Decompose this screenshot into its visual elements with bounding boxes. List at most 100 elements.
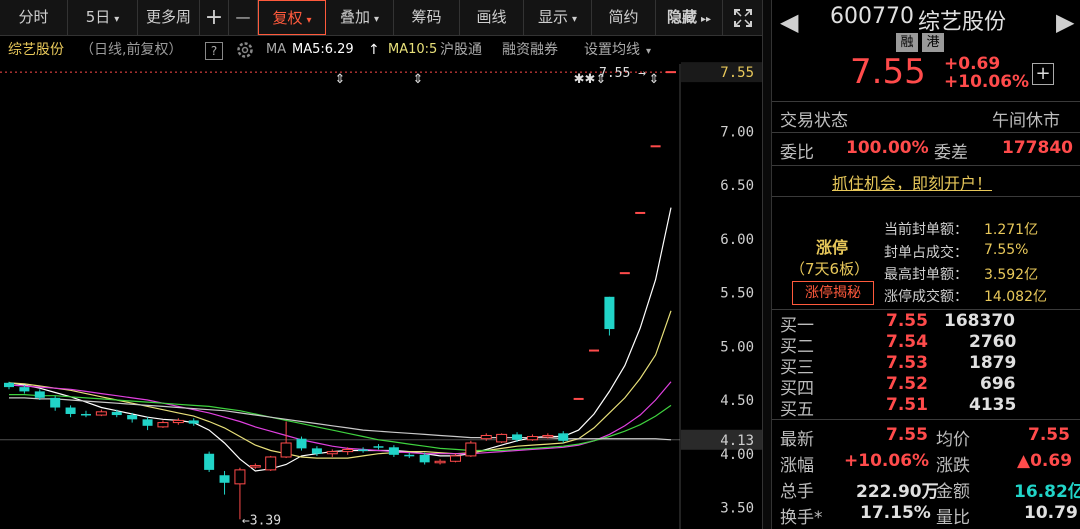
stat-label: 量比 bbox=[936, 508, 970, 528]
candle-body bbox=[219, 475, 230, 483]
zoom-out-button[interactable]: — bbox=[229, 0, 258, 35]
limit-up-reveal-button[interactable]: 涨停揭秘 bbox=[792, 281, 874, 305]
candle-body bbox=[635, 211, 646, 214]
stat-label: 金额 bbox=[936, 482, 970, 502]
adjust-dropdown[interactable]: 复权 ▾ bbox=[258, 0, 326, 35]
candle-body bbox=[619, 272, 630, 275]
kline-chart[interactable]: 7.55 → 7.557.006.506.005.505.004.504.134.… bbox=[0, 36, 762, 529]
candle-body bbox=[34, 391, 45, 398]
candle-body bbox=[434, 460, 446, 464]
y-tick-label: 3.50 bbox=[720, 501, 754, 517]
open-account-link[interactable]: 抓住机会，即刻开户！ bbox=[832, 170, 992, 194]
bid-volume: 1879 bbox=[969, 353, 1017, 373]
candle-body bbox=[419, 454, 430, 463]
chevron-down-icon: ▾ bbox=[571, 14, 578, 25]
kline-chart-area[interactable]: 7.55 → 7.55 7.00 6.50 6.00 5.50 5.00 4.50 4.13 4.… bbox=[0, 36, 762, 529]
tab-intraday[interactable]: 分时 bbox=[0, 0, 68, 35]
stat-value: 7.55 bbox=[886, 425, 928, 445]
add-watchlist-icon[interactable]: + bbox=[1032, 63, 1054, 85]
candle-body bbox=[589, 349, 600, 352]
candle-body bbox=[373, 446, 384, 448]
bid-volume: 696 bbox=[980, 374, 1016, 394]
event-marker: ✱✱⇕ bbox=[574, 72, 607, 87]
five-day-dropdown[interactable]: 5日 ▾ bbox=[68, 0, 138, 35]
more-periods-button[interactable]: 更多周 bbox=[138, 0, 200, 35]
bid-volume: 4135 bbox=[969, 395, 1017, 415]
display-dropdown[interactable]: 显示 ▾ bbox=[524, 0, 592, 35]
event-marker: ⇕ bbox=[649, 72, 660, 87]
bid-volume: 168370 bbox=[944, 311, 1015, 331]
candle-body bbox=[157, 422, 169, 428]
stat-label: 最新 bbox=[780, 430, 814, 450]
chevron-down-icon: ▾ bbox=[646, 46, 652, 57]
y-tick-label: 5.00 bbox=[720, 339, 754, 355]
bid-price: 7.55 bbox=[886, 311, 928, 331]
stat-value: 17.15% bbox=[860, 503, 931, 523]
zoom-in-button[interactable]: + bbox=[200, 0, 229, 35]
simple-mode-button[interactable]: 简约 bbox=[592, 0, 656, 35]
y-tick-label: 6.00 bbox=[720, 232, 754, 248]
candle-body bbox=[558, 433, 569, 441]
ma-line bbox=[8, 381, 672, 455]
candle-body bbox=[95, 411, 107, 416]
margin-badge: 融 bbox=[896, 33, 918, 52]
y-tick-label: 7.55 bbox=[720, 65, 754, 81]
seal-amount-value: 1.271亿 bbox=[984, 222, 1039, 238]
low-price-annotation: ←3.39 bbox=[242, 513, 281, 528]
candle-body bbox=[526, 436, 538, 441]
candle-body bbox=[296, 438, 307, 449]
candle-body bbox=[65, 407, 76, 414]
candle-body bbox=[388, 447, 399, 455]
y-tick-label: 7.00 bbox=[720, 124, 754, 140]
chevron-down-icon: ▾ bbox=[306, 15, 312, 26]
weibi-label: 委比 bbox=[780, 143, 814, 163]
max-seal-value: 3.592亿 bbox=[984, 267, 1039, 283]
stock-code: 600770 bbox=[830, 4, 914, 29]
seal-ratio-label: 封单占成交： bbox=[884, 245, 968, 261]
candle-body bbox=[512, 434, 523, 440]
price-change: +0.69 bbox=[944, 54, 1001, 74]
panel-divider[interactable] bbox=[762, 0, 772, 529]
max-seal-label: 最高封单额： bbox=[884, 267, 968, 283]
candle-body bbox=[650, 145, 661, 148]
set-ma-dropdown[interactable]: 设置均线 ▾ bbox=[584, 36, 651, 66]
y-tick-label: 4.00 bbox=[720, 447, 754, 463]
candle-body bbox=[80, 413, 91, 416]
candle-body bbox=[342, 448, 354, 453]
quote-panel: ◀ ▶ 600770 综艺股份 融 港 7.55 +0.69 +10.06% +… bbox=[772, 0, 1080, 529]
gear-icon[interactable] bbox=[234, 36, 256, 74]
candle-body bbox=[358, 449, 369, 451]
limit-up-streak: （7天6板） bbox=[790, 260, 870, 278]
candle-body bbox=[204, 453, 215, 470]
tab-hk-connect[interactable]: 沪股通 bbox=[440, 36, 484, 64]
overlay-dropdown[interactable]: 叠加 ▾ bbox=[326, 0, 394, 35]
prev-stock-arrow-icon[interactable]: ◀ bbox=[780, 8, 798, 36]
candle-body bbox=[311, 448, 322, 454]
chart-stock-name: 综艺股份 bbox=[8, 42, 64, 58]
chart-header: 综艺股份 （日线,前复权） ? MA MA5:6.29 ↑ MA10:5 沪股通… bbox=[0, 36, 762, 64]
weicha-value: 177840 bbox=[1002, 138, 1073, 158]
candle-body bbox=[234, 469, 246, 485]
limit-turnover-value: 14.082亿 bbox=[984, 289, 1047, 305]
hide-panel-button[interactable]: 隐藏 ▸▸ bbox=[656, 0, 723, 35]
bid-price: 7.54 bbox=[886, 332, 928, 352]
help-icon[interactable]: ? bbox=[205, 42, 223, 60]
bid-volume: 2760 bbox=[969, 332, 1017, 352]
tab-margin-trading[interactable]: 融资融券 bbox=[502, 36, 558, 64]
price-change-pct: +10.06% bbox=[944, 72, 1030, 92]
chips-button[interactable]: 筹码 bbox=[394, 0, 460, 35]
candle-body bbox=[326, 451, 338, 455]
seal-ratio-value: 7.55% bbox=[984, 242, 1029, 258]
chevron-down-icon: ▾ bbox=[114, 14, 120, 25]
limit-turnover-label: 涨停成交额： bbox=[884, 289, 968, 305]
candle-body bbox=[127, 415, 138, 420]
next-stock-arrow-icon[interactable]: ▶ bbox=[1056, 8, 1074, 36]
ma5-value: MA5:6.29 bbox=[292, 42, 354, 57]
stat-value: 16.82亿 bbox=[1014, 482, 1080, 502]
draw-line-button[interactable]: 画线 bbox=[460, 0, 524, 35]
ma5-up-arrow-icon: ↑ bbox=[368, 42, 380, 58]
stock-name: 综艺股份 bbox=[918, 10, 1007, 35]
chart-mode-label: （日线,前复权） bbox=[80, 42, 183, 58]
chart-toolbar: 分时 5日 ▾ 更多周 + — 复权 ▾ 叠加 ▾ 筹码 画线 显示 ▾ 简约 隐藏 ▸▸ bbox=[0, 0, 762, 36]
fullscreen-button[interactable] bbox=[723, 0, 762, 35]
